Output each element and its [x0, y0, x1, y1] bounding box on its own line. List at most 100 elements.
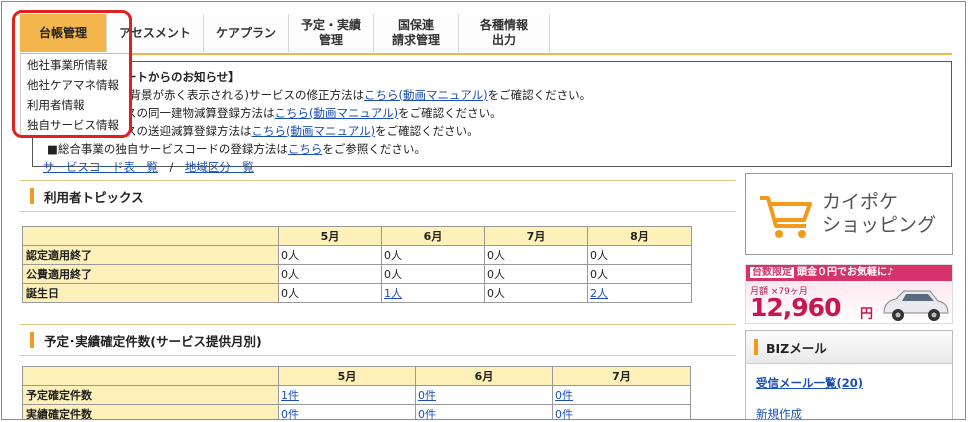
table-cell-link: 0件 — [415, 404, 553, 419]
table-cell: 0人 — [278, 283, 382, 303]
notice-link-here[interactable]: こちら — [288, 142, 323, 156]
table-col-header: 7月 — [484, 226, 588, 246]
count-link[interactable]: 0件 — [555, 408, 573, 419]
table-col-header: 5月 — [278, 366, 416, 386]
section-marker — [30, 188, 34, 204]
table-col-header: 8月 — [587, 226, 692, 246]
section-marker — [754, 339, 758, 355]
ad-body: 月額 ×79ヶ月 12,960 円 — [746, 281, 952, 323]
notice-text: スの同一建物減算登録方法は — [125, 106, 275, 120]
notice-line-4: ■総合事業の独自サービスコードの登録方法はこちらをご参照ください。 — [43, 140, 941, 158]
section-marker — [30, 332, 34, 348]
count-link[interactable]: 1件 — [281, 389, 299, 402]
notice-text: をご確認ください。 — [375, 124, 479, 138]
nav-tab-schedule[interactable]: 予定・実績 管理 — [289, 14, 374, 52]
notice-line-2: スの同一建物減算登録方法はこちら(動画マニュアル)をご確認ください。 — [43, 104, 941, 122]
table-row: 実績確定件数 0件 0件 0件 — [22, 404, 691, 419]
nav-tab-label: 各種情報 出力 — [480, 18, 528, 48]
table-cell: 0人 — [484, 245, 588, 265]
table-cell: 0人 — [381, 264, 485, 284]
nav-tab-careplan[interactable]: ケアプラン — [204, 14, 289, 52]
table-corner — [22, 366, 279, 386]
table-header-row: 5月 6月 7月 8月 — [22, 226, 692, 246]
table-col-header: 5月 — [278, 226, 382, 246]
menu-item-user-info[interactable]: 利用者情報 — [21, 95, 129, 115]
main-nav: 台帳管理 アセスメント ケアプラン 予定・実績 管理 国保連 請求管理 各種情報 出力 — [20, 14, 550, 54]
biz-mail-title: BIZメール — [766, 340, 827, 356]
nav-tab-assessment[interactable]: アセスメント — [107, 14, 204, 52]
count-link[interactable]: 0件 — [555, 389, 573, 402]
nav-tab-label: ケアプラン — [215, 25, 276, 40]
table-cell-link: 1件 — [278, 385, 416, 405]
nav-underline — [20, 53, 952, 55]
table-col-header: 6月 — [381, 226, 485, 246]
table-cell: 0人 — [381, 245, 485, 265]
ledger-dropdown-menu: 他社事業所情報 他社ケアマネ情報 利用者情報 独自サービス情報 — [20, 54, 130, 137]
nav-tab-billing[interactable]: 国保連 請求管理 — [374, 14, 459, 52]
ad-tag: 台数限定 — [750, 267, 794, 278]
table-cell: 0人 — [278, 245, 382, 265]
shopping-cart-icon — [760, 196, 812, 238]
table-row: 予定確定件数 1件 0件 0件 — [22, 385, 691, 405]
nav-tab-label: アセスメント — [119, 25, 191, 40]
shopping-line-1: カイポケ — [822, 191, 899, 213]
notice-link-video-3[interactable]: こちら(動画マニュアル) — [252, 124, 376, 138]
row-label: 予定確定件数 — [22, 385, 279, 405]
ad-price: 12,960 — [750, 293, 841, 322]
notice-text: をご参照ください。 — [322, 142, 426, 156]
ad-headline-text: 頭金０円でお気軽に♪ — [797, 267, 894, 278]
area-class-list-link[interactable]: 地域区分一覧 — [185, 160, 254, 174]
count-link[interactable]: 0件 — [418, 389, 436, 402]
table-col-header: 7月 — [552, 366, 691, 386]
nav-tab-label: 台帳管理 — [38, 25, 87, 40]
topics-table: 5月 6月 7月 8月 認定適用終了 0人 0人 0人 0人 公費適用終了 0人 — [22, 226, 692, 303]
app-frame: 台帳管理 アセスメント ケアプラン 予定・実績 管理 国保連 請求管理 各種情報 出力… — [1, 1, 966, 420]
table-cell: 0人 — [587, 264, 692, 284]
notice-link-video-2[interactable]: こちら(動画マニュアル) — [275, 106, 399, 120]
biz-mail-header: BIZメール — [746, 331, 952, 364]
table-cell-link: 0件 — [415, 385, 553, 405]
table-row: 誕生日 0人 1人 0人 2人 — [22, 283, 692, 303]
nav-tab-label-line1: 予定・実績 — [300, 18, 361, 32]
ad-headline: 台数限定 頭金０円でお気軽に♪ — [746, 265, 952, 281]
topics-section: 利用者トピックス 5月 6月 7月 8月 認定適用終了 0人 0人 0人 0人 — [20, 180, 736, 303]
row-label: 誕生日 — [22, 283, 279, 303]
nav-tab-output[interactable]: 各種情報 出力 — [459, 14, 550, 52]
notice-line-1: (背景が赤く表示される)サービスの修正方法はこちら(動画マニュアル)をご確認くだ… — [43, 86, 941, 104]
notice-line-3: スの送迎減算登録方法はこちら(動画マニュアル)をご確認ください。 — [43, 122, 941, 140]
inbox-row: 受信メール一覧(20) — [746, 375, 952, 391]
birthday-june-link[interactable]: 1人 — [384, 287, 402, 300]
service-code-list-link[interactable]: サービスコード表一覧 — [43, 160, 158, 174]
menu-item-other-caremanager[interactable]: 他社ケアマネ情報 — [21, 75, 129, 95]
nav-tab-label-line1: 国保連 — [397, 18, 434, 32]
notice-link-video-1[interactable]: こちら(動画マニュアル) — [364, 88, 488, 102]
table-header-row: 5月 6月 7月 — [22, 366, 691, 386]
table-cell: 0人 — [587, 245, 692, 265]
count-link[interactable]: 0件 — [281, 408, 299, 419]
inbox-link[interactable]: 受信メール一覧(20) — [756, 376, 863, 390]
topics-header: 利用者トピックス — [20, 180, 736, 212]
table-row: 公費適用終了 0人 0人 0人 0人 — [22, 264, 692, 284]
nav-tab-label-line1: 各種情報 — [479, 18, 528, 32]
confirm-header: 予定･実績確定件数(サービス提供月別) — [20, 324, 736, 356]
table-row: 認定適用終了 0人 0人 0人 0人 — [22, 245, 692, 265]
nav-tab-ledger[interactable]: 台帳管理 — [20, 14, 107, 52]
ad-yen: 円 — [860, 307, 874, 322]
nav-tab-label-line2: 請求管理 — [391, 33, 440, 47]
count-link[interactable]: 0件 — [418, 408, 436, 419]
nav-tab-label: 国保連 請求管理 — [392, 18, 440, 48]
shopping-banner[interactable]: カイポケ ショッピング — [745, 173, 953, 255]
birthday-august-link[interactable]: 2人 — [590, 287, 608, 300]
compose-link[interactable]: 新規作成 — [756, 407, 802, 419]
menu-item-custom-service[interactable]: 独自サービス情報 — [21, 115, 129, 135]
notice-text: (背景が赤く表示される)サービスの修正方法は — [125, 88, 364, 102]
table-cell-link: 1人 — [381, 283, 485, 303]
car-lease-ad[interactable]: 台数限定 頭金０円でお気軽に♪ 月額 ×79ヶ月 12,960 円 — [745, 264, 953, 324]
compose-row: 新規作成 — [746, 406, 952, 419]
table-cell: 0人 — [484, 283, 588, 303]
table-cell: 0人 — [278, 264, 382, 284]
shopping-line-2: ショッピング — [822, 214, 937, 236]
table-cell-link: 2人 — [587, 283, 692, 303]
table-cell-link: 0件 — [552, 385, 691, 405]
menu-item-other-office[interactable]: 他社事業所情報 — [21, 55, 129, 75]
